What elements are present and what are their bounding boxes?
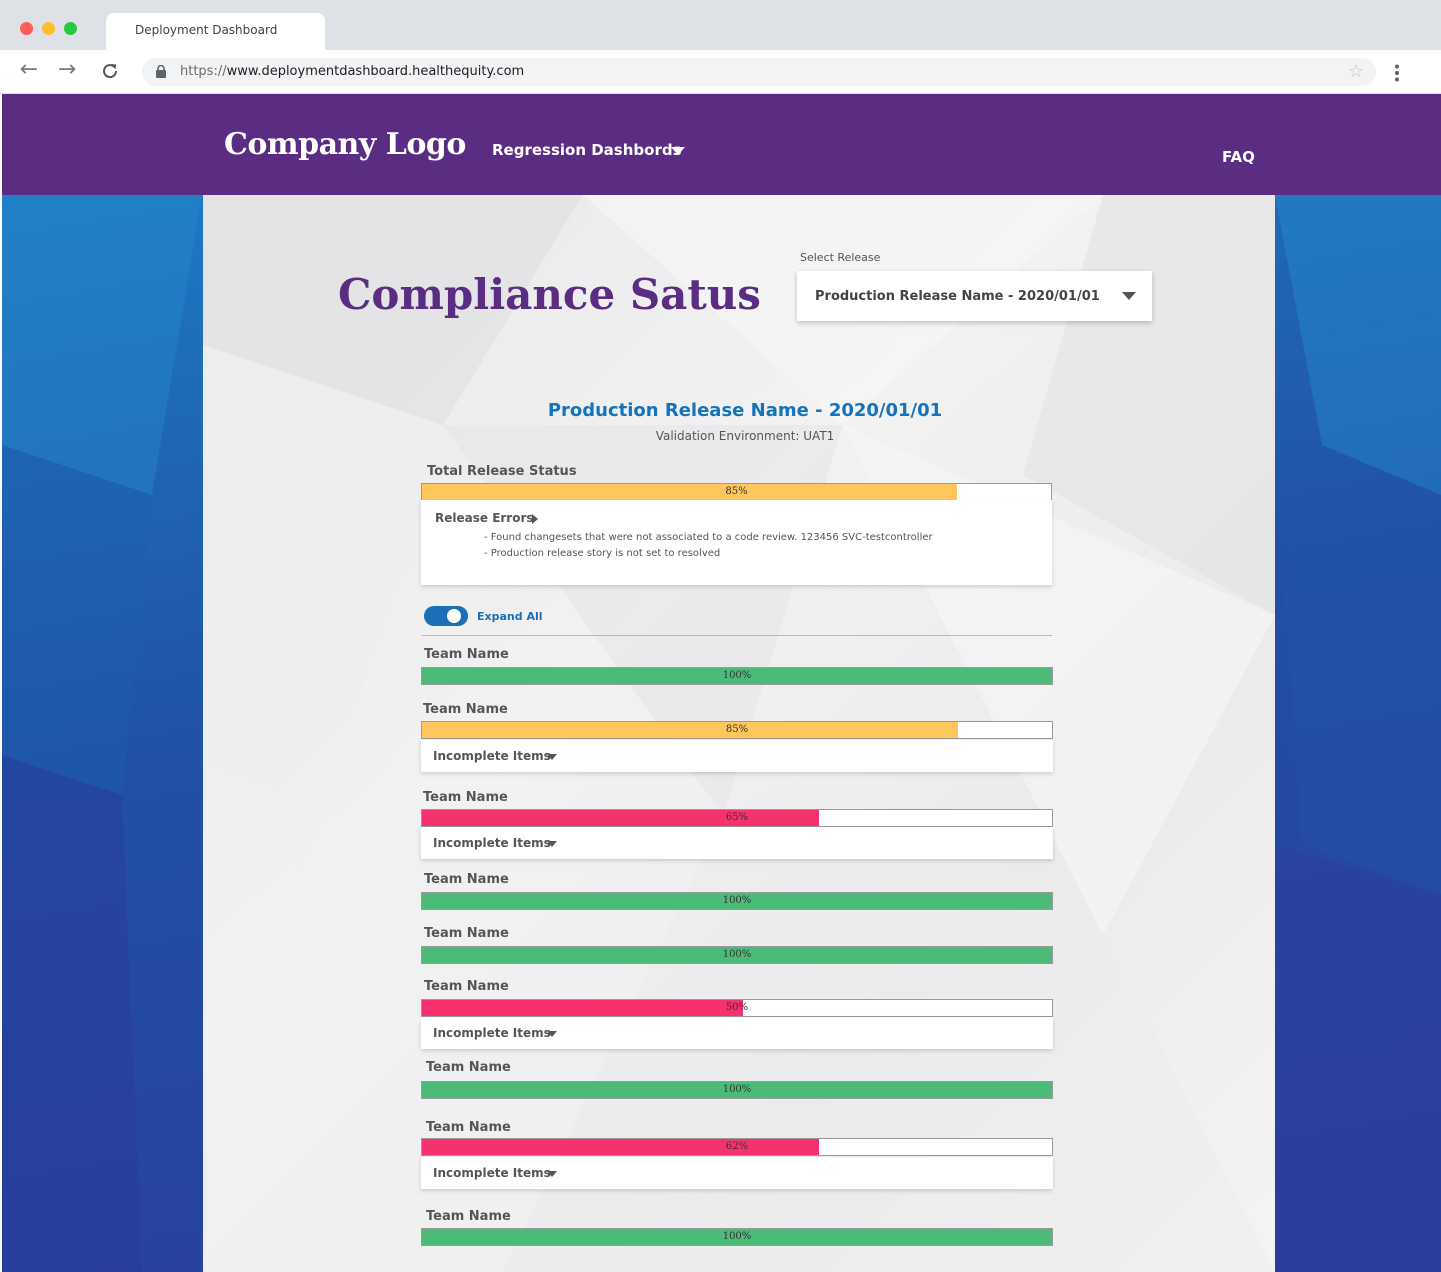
team-name: Team Name bbox=[424, 979, 509, 994]
chevron-down-icon bbox=[547, 1171, 557, 1177]
team-progress-text: 100% bbox=[722, 949, 752, 960]
company-logo[interactable]: Company Logo bbox=[224, 127, 466, 162]
release-errors-toggle[interactable]: Release Errors bbox=[435, 511, 534, 525]
incomplete-items-dropdown[interactable]: Incomplete Items bbox=[421, 827, 1053, 859]
select-release-label: Select Release bbox=[800, 251, 881, 264]
team-progress-bar: 65% bbox=[421, 809, 1053, 827]
browser-tabstrip: Deployment Dashboard bbox=[0, 0, 1441, 50]
team-name: Team Name bbox=[423, 702, 508, 717]
incomplete-items-dropdown[interactable]: Incomplete Items bbox=[421, 1017, 1053, 1049]
release-title: Production Release Name - 2020/01/01 bbox=[547, 400, 943, 421]
team-name: Team Name bbox=[426, 1209, 511, 1224]
team-progress-bar: 50% bbox=[421, 999, 1053, 1017]
team-name: Team Name bbox=[424, 872, 509, 887]
team-progress-bar: 85% bbox=[421, 721, 1053, 739]
url-text: https://www.deploymentdashboard.healtheq… bbox=[180, 64, 525, 79]
incomplete-items-dropdown[interactable]: Incomplete Items bbox=[421, 1157, 1053, 1189]
release-errors-card: Release Errors - Found changesets that w… bbox=[421, 500, 1052, 585]
team-progress-text: 50% bbox=[725, 1002, 749, 1013]
validation-environment: Validation Environment: UAT1 bbox=[655, 429, 835, 443]
expand-all-toggle[interactable] bbox=[424, 606, 468, 626]
maximize-window-icon[interactable] bbox=[64, 22, 77, 35]
chevron-down-icon bbox=[547, 1031, 557, 1037]
browser-menu-icon[interactable] bbox=[1390, 64, 1404, 82]
team-name: Team Name bbox=[424, 926, 509, 941]
back-arrow-icon[interactable]: ← bbox=[16, 58, 42, 84]
team-progress-text: 62% bbox=[725, 1141, 749, 1152]
divider bbox=[422, 635, 1052, 636]
team-name: Team Name bbox=[426, 1060, 511, 1075]
lock-icon bbox=[156, 65, 166, 78]
page-title: Compliance Satus bbox=[338, 270, 761, 319]
team-progress-bar: 100% bbox=[421, 1081, 1053, 1099]
minimize-window-icon[interactable] bbox=[42, 22, 55, 35]
total-release-status-label: Total Release Status bbox=[427, 464, 577, 479]
error-line: - Production release story is not set to… bbox=[484, 548, 721, 559]
team-progress-bar: 62% bbox=[421, 1138, 1053, 1156]
team-name: Team Name bbox=[423, 790, 508, 805]
chevron-down-icon bbox=[547, 841, 557, 847]
team-name: Team Name bbox=[426, 1120, 511, 1135]
incomplete-items-label: Incomplete Items bbox=[433, 749, 551, 763]
tab-title: Deployment Dashboard bbox=[135, 23, 278, 37]
regression-dashboards-menu[interactable]: Regression Dashbords bbox=[492, 141, 682, 159]
team-progress-text: 85% bbox=[725, 724, 749, 735]
team-progress-bar: 100% bbox=[421, 667, 1053, 685]
forward-arrow-icon[interactable]: → bbox=[54, 58, 80, 84]
chevron-down-icon bbox=[547, 754, 557, 760]
team-progress-bar: 100% bbox=[421, 892, 1053, 910]
address-bar[interactable]: https://www.deploymentdashboard.healtheq… bbox=[142, 58, 1376, 86]
chevron-right-icon[interactable] bbox=[532, 514, 538, 524]
release-select[interactable]: Production Release Name - 2020/01/01 bbox=[797, 271, 1152, 321]
bookmark-star-icon[interactable]: ☆ bbox=[1348, 61, 1364, 82]
team-progress-text: 100% bbox=[722, 670, 752, 681]
total-progress-bar: 85% bbox=[421, 483, 1052, 501]
incomplete-items-label: Incomplete Items bbox=[433, 1166, 551, 1180]
expand-all-label[interactable]: Expand All bbox=[477, 610, 543, 623]
selected-release-value: Production Release Name - 2020/01/01 bbox=[815, 289, 1100, 304]
team-progress-text: 100% bbox=[722, 1084, 752, 1095]
incomplete-items-dropdown[interactable]: Incomplete Items bbox=[421, 740, 1053, 772]
chevron-down-icon bbox=[1122, 292, 1136, 300]
team-name: Team Name bbox=[424, 647, 509, 662]
team-progress-text: 65% bbox=[725, 812, 749, 823]
close-window-icon[interactable] bbox=[20, 22, 33, 35]
team-progress-bar: 100% bbox=[421, 1228, 1053, 1246]
team-progress-text: 100% bbox=[722, 1231, 752, 1242]
browser-toolbar: ← → https://www.deploymentdashboard.heal… bbox=[0, 50, 1441, 94]
incomplete-items-label: Incomplete Items bbox=[433, 1026, 551, 1040]
team-progress-bar: 100% bbox=[421, 946, 1053, 964]
error-line: - Found changesets that were not associa… bbox=[484, 532, 933, 543]
site-header: Company Logo Regression Dashbords FAQ bbox=[2, 94, 1441, 195]
toggle-knob bbox=[447, 609, 461, 623]
team-progress-text: 100% bbox=[722, 895, 752, 906]
incomplete-items-label: Incomplete Items bbox=[433, 836, 551, 850]
faq-link[interactable]: FAQ bbox=[1222, 148, 1255, 166]
browser-tab[interactable]: Deployment Dashboard bbox=[106, 13, 325, 50]
total-progress-text: 85% bbox=[725, 486, 748, 497]
chevron-down-icon[interactable] bbox=[671, 147, 685, 155]
reload-icon[interactable] bbox=[97, 58, 123, 84]
